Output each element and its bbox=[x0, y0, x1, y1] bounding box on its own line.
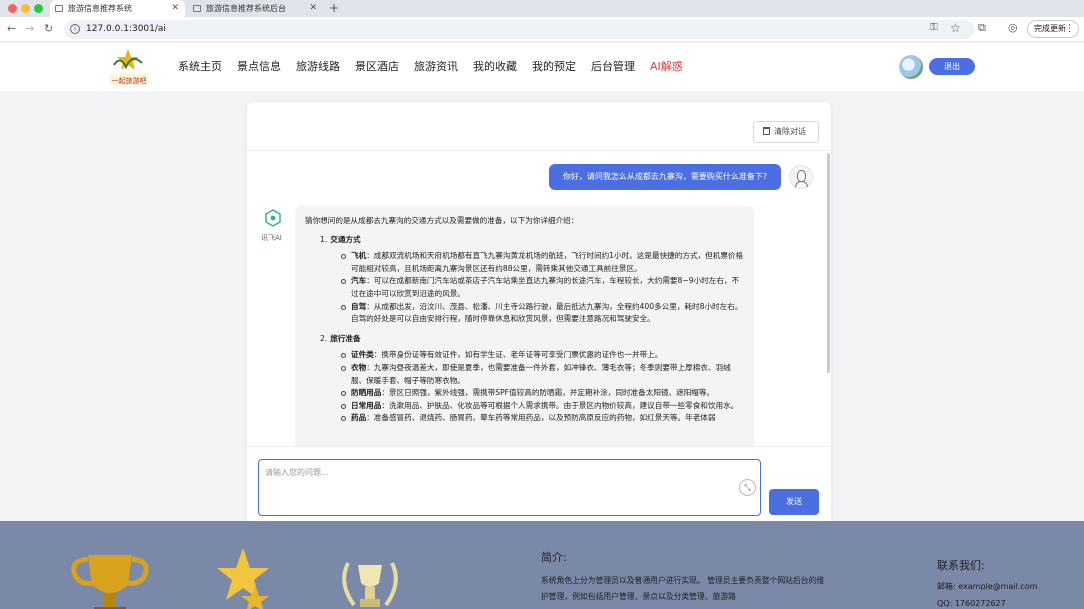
site-logo[interactable]: 一起旅游吧 bbox=[108, 47, 150, 87]
profile-icon[interactable]: ◎ bbox=[1008, 21, 1018, 34]
url-text: 127.0.0.1:3001/ai bbox=[86, 24, 166, 34]
site-info-icon[interactable]: i bbox=[70, 24, 80, 34]
nav-routes[interactable]: 旅游线路 bbox=[296, 43, 340, 91]
nav-news[interactable]: 旅游资讯 bbox=[414, 43, 458, 91]
logo-text: 一起旅游吧 bbox=[112, 76, 147, 85]
laurel-trophy-image bbox=[342, 562, 398, 607]
message-scrollbar[interactable] bbox=[827, 153, 830, 373]
page-favicon-icon bbox=[55, 5, 63, 12]
clear-conversation-button[interactable]: 清除对话 bbox=[753, 121, 819, 143]
section-title: 1. 交通方式 bbox=[320, 234, 361, 244]
question-input[interactable] bbox=[265, 467, 735, 507]
close-tab-icon[interactable]: ✕ bbox=[309, 0, 317, 17]
expand-icon[interactable]: ⤡ bbox=[739, 479, 756, 496]
bookmark-star-icon[interactable]: ☆ bbox=[950, 21, 961, 35]
update-button[interactable]: 完成更新 ⋮ bbox=[1027, 20, 1079, 38]
update-button-label: 完成更新 bbox=[1034, 24, 1066, 33]
chat-input-area: ⤡ 发送 bbox=[247, 446, 831, 526]
contact-title: 联系我们: bbox=[937, 559, 985, 572]
nav-home[interactable]: 系统主页 bbox=[178, 43, 222, 91]
browser-tab-admin[interactable]: 旅游信息推荐系统后台 ✕ bbox=[188, 0, 323, 17]
site-header: 一起旅游吧 系统主页 景点信息 旅游线路 景区酒店 旅游资讯 我的收藏 我的预定… bbox=[0, 43, 1084, 91]
page-favicon-icon bbox=[193, 5, 201, 12]
new-tab-button[interactable]: + bbox=[329, 0, 339, 17]
site-footer: 简介: 系统角色上分为管理员以及普通用户进行实现。 管理员主要负责整个网站后台的… bbox=[0, 521, 1084, 609]
nav-ai[interactable]: AI解惑 bbox=[650, 43, 683, 91]
nav-bookings[interactable]: 我的预定 bbox=[532, 43, 576, 91]
reload-icon[interactable]: ↻ bbox=[44, 21, 53, 37]
close-tab-icon[interactable]: ✕ bbox=[171, 0, 179, 17]
ai-intro: 猜你想问的是从成都去九寨沟的交通方式以及需要做的准备，以下为你详细介绍： bbox=[305, 216, 579, 225]
list-item: 飞机：成都双流机场和天府机场都有直飞九寨沟黄龙机场的航班，飞行时间约1小时。这是… bbox=[305, 250, 744, 275]
extensions-icon[interactable]: ⧉ bbox=[978, 21, 986, 35]
user-message: 你好，请问我怎么从成都去九寨沟，需要购买什么准备下? bbox=[549, 164, 781, 190]
list-item: 汽车：可以在成都新南门汽车站或茶店子汽车站乘坐直达九寨沟的长途汽车，车程较长，大… bbox=[305, 275, 744, 300]
ai-message: 猜你想问的是从成都去九寨沟的交通方式以及需要做的准备，以下为你详细介绍： 1. 交… bbox=[295, 206, 754, 446]
user-body-icon bbox=[795, 181, 808, 187]
browser-tab-title: 旅游信息推荐系统 bbox=[68, 4, 132, 13]
question-input-box[interactable]: ⤡ bbox=[258, 459, 761, 516]
trophy-image bbox=[71, 555, 149, 609]
message-list[interactable]: 你好，请问我怎么从成都去九寨沟，需要购买什么准备下? 讯飞AI 猜你想问的是从成… bbox=[247, 151, 831, 446]
close-window-icon[interactable] bbox=[8, 4, 17, 13]
ai-avatar-icon bbox=[265, 209, 281, 227]
list-item: 证件类：携带身份证等有效证件，如有学生证、老年证等可享受门票优惠的证件也一并带上… bbox=[305, 349, 744, 362]
chat-panel: 清除对话 你好，请问我怎么从成都去九寨沟，需要购买什么准备下? 讯飞AI 猜你想… bbox=[247, 102, 831, 526]
about-text: 系统角色上分为管理员以及普通用户进行实现。 管理员主要负责整个网站后台的维护管理… bbox=[541, 576, 825, 601]
minimize-window-icon[interactable] bbox=[21, 4, 30, 13]
list-item: 日常用品：洗漱用品、护肤品、化妆品等可根据个人需求携带。由于景区内物价较高，建议… bbox=[305, 400, 744, 413]
star-image bbox=[217, 548, 269, 609]
maximize-window-icon[interactable] bbox=[34, 4, 43, 13]
logout-button[interactable]: 退出 bbox=[929, 58, 975, 75]
nav-hotels[interactable]: 景区酒店 bbox=[355, 43, 399, 91]
user-message-avatar bbox=[789, 165, 813, 189]
list-item: 防晒用品：景区日照强，紫外线强，需携带SPF值较高的防晒霜，并定期补涂，同时准备… bbox=[305, 387, 744, 400]
nav-admin[interactable]: 后台管理 bbox=[591, 43, 635, 91]
browser-tab-front[interactable]: 旅游信息推荐系统 ✕ bbox=[50, 0, 185, 17]
list-item: 药品：准备感冒药、退烧药、肠胃药、晕车药等常用药品，以及预防高原反应的药物，如红… bbox=[305, 412, 744, 425]
back-arrow-icon[interactable]: ← bbox=[7, 21, 16, 37]
browser-toolbar: ← → ↻ i 127.0.0.1:3001/ai ⚿ ☆ bbox=[0, 17, 1084, 42]
contact-qq: QQ: 1760272627 bbox=[937, 599, 1006, 608]
section-title: 2. 旅行准备 bbox=[320, 333, 361, 343]
password-key-icon[interactable]: ⚿ bbox=[930, 22, 938, 33]
nav-attractions[interactable]: 景点信息 bbox=[237, 43, 281, 91]
browser-tab-title: 旅游信息推荐系统后台 bbox=[206, 4, 286, 13]
clear-conversation-label: 清除对话 bbox=[774, 127, 806, 136]
address-bar[interactable]: i 127.0.0.1:3001/ai ⚿ ☆ bbox=[64, 20, 974, 39]
main-nav: 系统主页 景点信息 旅游线路 景区酒店 旅游资讯 我的收藏 我的预定 后台管理 … bbox=[178, 43, 698, 91]
list-item: 衣物：九寨沟昼夜温差大，即使是夏季，也需要准备一件外套，如冲锋衣、薄毛衣等；冬季… bbox=[305, 362, 744, 387]
nav-favorites[interactable]: 我的收藏 bbox=[473, 43, 517, 91]
trash-icon bbox=[763, 127, 770, 135]
browser-tab-bar: 旅游信息推荐系统 ✕ 旅游信息推荐系统后台 ✕ + bbox=[0, 0, 1084, 17]
contact-email: 邮箱: example@mail.com bbox=[937, 582, 1038, 591]
more-menu-icon[interactable]: ⋮ bbox=[1065, 21, 1074, 37]
send-button[interactable]: 发送 bbox=[769, 489, 819, 515]
ai-name: 讯飞AI bbox=[261, 234, 282, 242]
forward-arrow-icon[interactable]: → bbox=[25, 21, 34, 37]
user-avatar[interactable] bbox=[899, 55, 923, 79]
about-title: 简介: bbox=[541, 551, 567, 564]
list-item: 自驾：从成都出发，沿汶川、茂县、松潘、川主寺公路行驶，最后抵达九寨沟，全程约40… bbox=[305, 301, 744, 326]
